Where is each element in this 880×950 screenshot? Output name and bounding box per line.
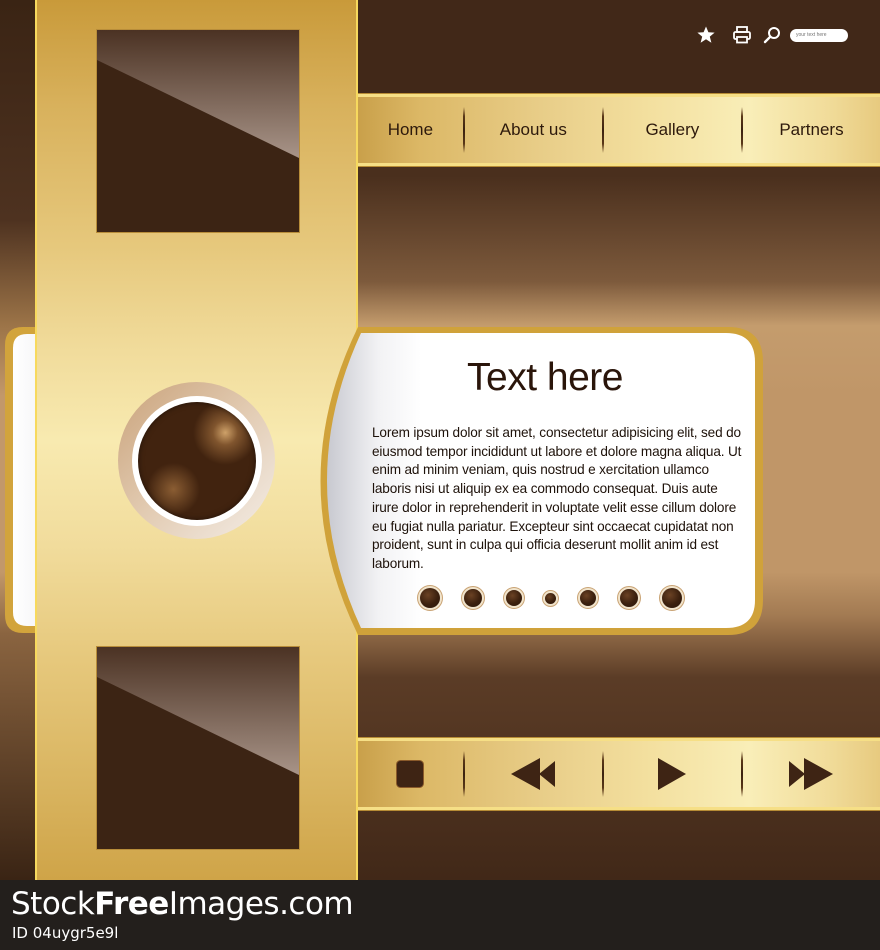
- content-body: Lorem ipsum dolor sit amet, consectetur …: [372, 425, 742, 571]
- stop-button[interactable]: [358, 741, 463, 807]
- pagination-dot[interactable]: [580, 590, 597, 606]
- rewind-icon: [511, 758, 556, 790]
- watermark-brand: StockFreeImages.com: [11, 886, 354, 922]
- nav-partners[interactable]: Partners: [743, 97, 880, 163]
- pagination-dot[interactable]: [620, 589, 639, 607]
- fast-forward-button[interactable]: [743, 741, 880, 807]
- header-toolbar: [694, 22, 848, 48]
- printer-icon[interactable]: [730, 23, 754, 47]
- brand-prefix: Stock: [11, 886, 95, 922]
- content-title: Text here: [467, 356, 623, 399]
- pagination-dots: [420, 584, 682, 612]
- pagination-dot[interactable]: [505, 590, 522, 606]
- pagination-dot[interactable]: [420, 588, 440, 608]
- star-icon[interactable]: [694, 23, 718, 47]
- fast-forward-icon: [789, 758, 834, 790]
- thumbnail-top[interactable]: [97, 30, 299, 232]
- web-template-canvas: Home About us Gallery Partners: [0, 0, 880, 880]
- nav-about-us[interactable]: About us: [465, 97, 602, 163]
- main-nav: Home About us Gallery Partners: [358, 94, 880, 166]
- brand-bold: Free: [94, 886, 169, 922]
- play-button[interactable]: [604, 741, 741, 807]
- orb-icon: [137, 401, 256, 520]
- stop-icon: [396, 760, 425, 788]
- search-icon[interactable]: [760, 23, 784, 47]
- thumbnail-bottom[interactable]: [97, 647, 299, 849]
- play-icon: [658, 758, 687, 790]
- pagination-dot[interactable]: [463, 589, 482, 607]
- brand-suffix: Images.com: [168, 886, 354, 922]
- nav-home[interactable]: Home: [358, 97, 463, 163]
- search-input[interactable]: [790, 28, 848, 42]
- orb-ring: [131, 395, 262, 526]
- nav-gallery[interactable]: Gallery: [604, 97, 741, 163]
- center-orb-button[interactable]: [118, 382, 275, 539]
- pagination-dot-active[interactable]: [545, 592, 557, 604]
- media-controls: [358, 738, 880, 810]
- watermark-id: ID 04uygr5e9l: [12, 924, 119, 942]
- pagination-dot[interactable]: [661, 588, 682, 608]
- rewind-button[interactable]: [465, 741, 602, 807]
